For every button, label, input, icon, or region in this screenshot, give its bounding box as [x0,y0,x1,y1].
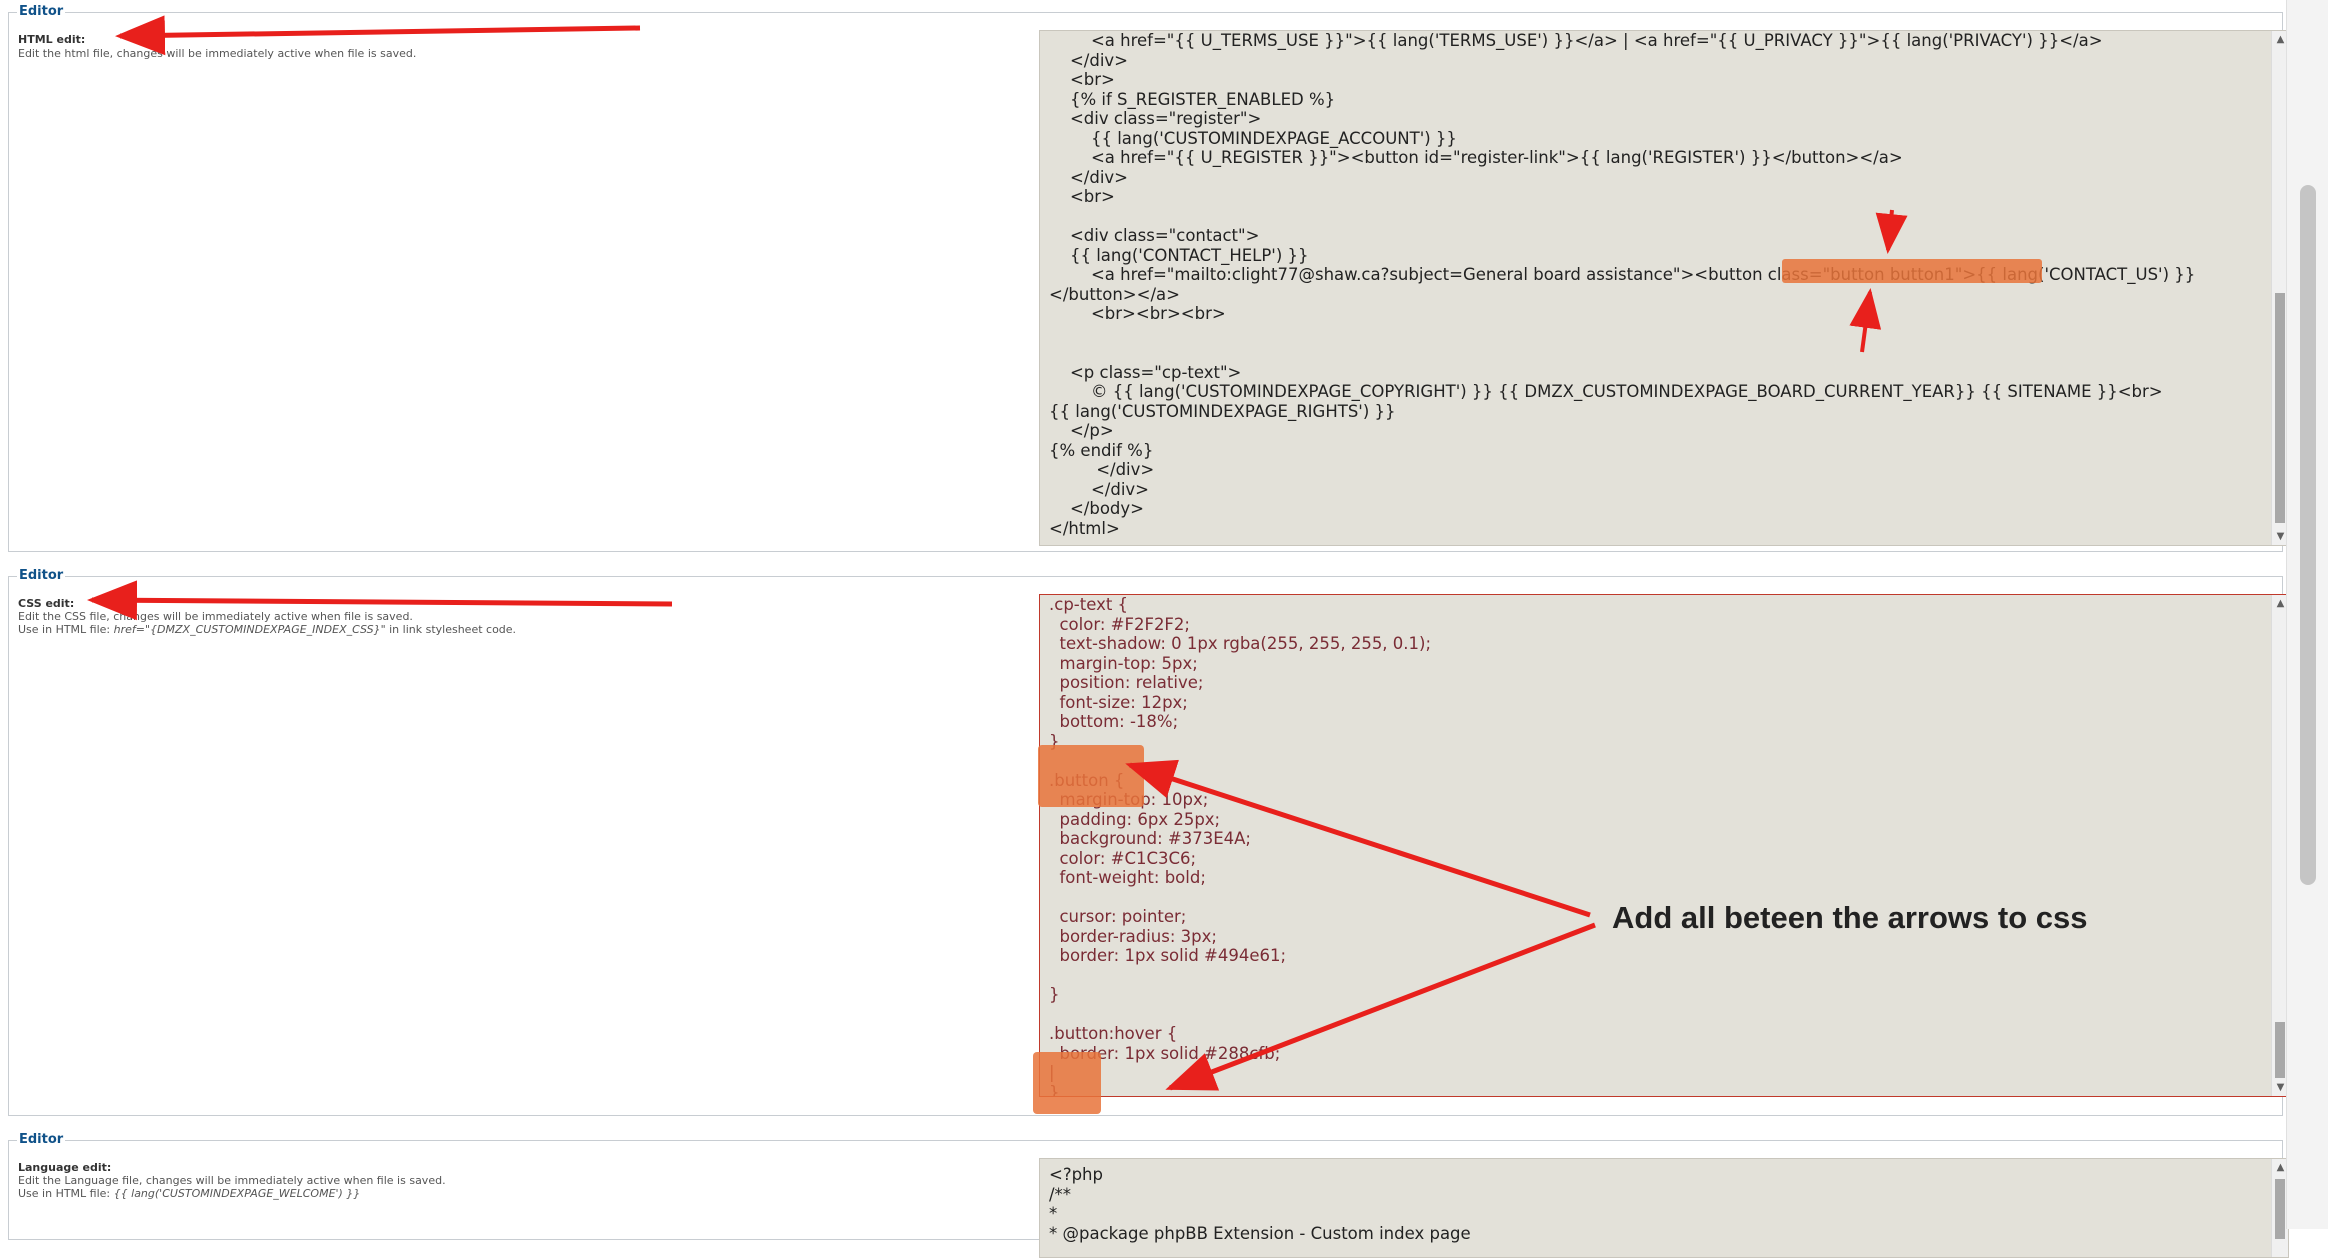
arrow-css-end [1165,922,1596,1091]
arrow-up-button [1849,288,1882,353]
page-scroll-thumb[interactable] [2300,185,2316,885]
annotation-arrows [87,15,1908,1091]
page-scrollbar[interactable] [2286,0,2328,1229]
arrow-css-start [1125,759,1591,918]
arrow-css-edit [87,580,673,621]
arrow-down-button [1875,209,1908,254]
arrow-html-edit [115,15,641,56]
annotation-text: Add all beteen the arrows to css [1612,900,2088,935]
